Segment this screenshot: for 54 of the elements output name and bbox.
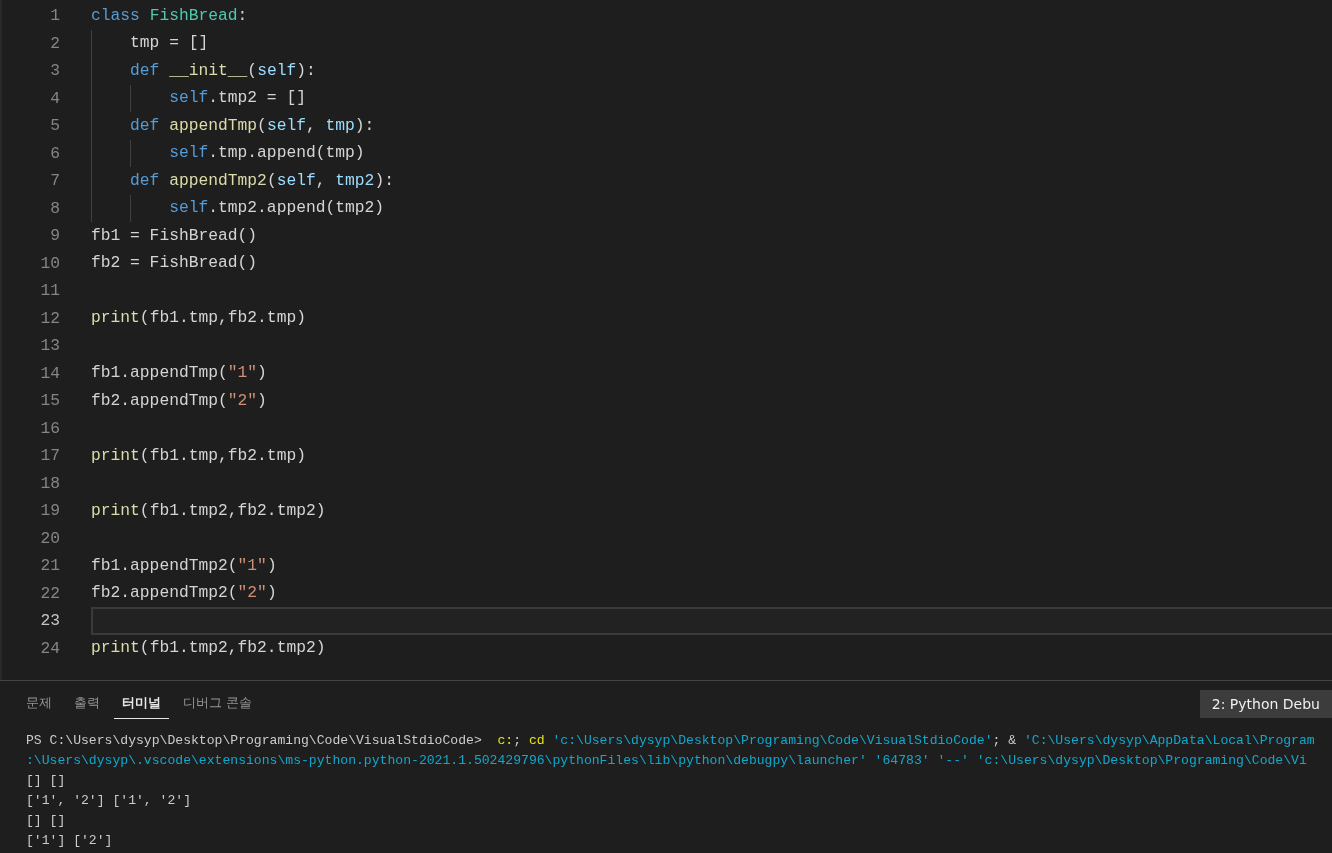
terminal-line: ['1'] ['2'] xyxy=(26,832,114,850)
line-number: 10 xyxy=(39,253,60,273)
line-number: 19 xyxy=(39,501,60,521)
panel-tab[interactable]: 출력 xyxy=(66,689,108,719)
line-number: 2 xyxy=(49,33,60,53)
code-line: fb1 = FishBread() xyxy=(91,225,258,246)
code-line: fb2 = FishBread() xyxy=(91,253,258,274)
line-number: 3 xyxy=(49,61,60,81)
line-number: 11 xyxy=(39,281,60,301)
code-line: fb1.appendTmp("1") xyxy=(91,363,267,384)
code-line: fb1.appendTmp2("1") xyxy=(91,555,277,576)
line-number: 5 xyxy=(49,116,60,136)
line-number: 1 xyxy=(49,6,60,26)
code-line: self.tmp2.append(tmp2) xyxy=(168,198,385,219)
terminal-dropdown[interactable]: 2: Python Debu xyxy=(1199,690,1332,718)
line-number: 23 xyxy=(39,611,60,631)
code-line: self.tmp2 = [] xyxy=(168,88,306,109)
code-line: def appendTmp2(self, tmp2): xyxy=(129,170,394,191)
line-number: 13 xyxy=(39,336,60,356)
line-number: 18 xyxy=(39,473,60,493)
code-line: fb2.appendTmp("2") xyxy=(91,390,267,411)
code-line: print(fb1.tmp2,fb2.tmp2) xyxy=(91,500,326,521)
code-line: self.tmp.append(tmp) xyxy=(168,143,365,164)
line-number: 4 xyxy=(49,88,60,108)
panel-tab[interactable]: 문제 xyxy=(18,689,60,719)
line-number: 17 xyxy=(39,446,60,466)
terminal-line: PS C:\Users\dysyp\Desktop\Programing\Code\VisualStdioCode> c:; cd 'c:\Users\dysyp\Desktop\Programing\Code\VisualStdioCode'; & 'C:\Users\dysyp\AppData\Local\Program xyxy=(26,732,1316,750)
code-line: print(fb1.tmp,fb2.tmp) xyxy=(91,445,306,466)
panel-tab[interactable]: 터미널 xyxy=(114,689,169,719)
line-number: 7 xyxy=(49,171,60,191)
code-line: def appendTmp(self, tmp): xyxy=(129,115,375,136)
line-number: 8 xyxy=(49,198,60,218)
terminal-line: [] [] xyxy=(26,812,67,830)
line-number: 15 xyxy=(39,391,60,411)
code-line: class FishBread: xyxy=(91,5,248,26)
line-number: 6 xyxy=(49,143,60,163)
code-line: def __init__(self): xyxy=(129,60,316,81)
terminal-line: ['1', '2'] ['1', '2'] xyxy=(26,792,192,810)
line-number: 20 xyxy=(39,528,60,548)
code-line: fb2.appendTmp2("2") xyxy=(91,583,277,604)
code-line: print(fb1.tmp,fb2.tmp) xyxy=(91,308,306,329)
line-number: 16 xyxy=(39,418,60,438)
code-line: print(fb1.tmp2,fb2.tmp2) xyxy=(91,638,326,659)
line-number: 22 xyxy=(39,583,60,603)
line-number: 24 xyxy=(39,638,60,658)
panel-tab[interactable]: 디버그 콘솔 xyxy=(175,689,261,719)
code-editor[interactable] xyxy=(0,0,1332,680)
terminal-line: [] [] xyxy=(26,772,67,790)
line-number: 14 xyxy=(39,363,60,383)
line-number: 9 xyxy=(49,226,60,246)
code-line: tmp = [] xyxy=(129,33,209,54)
line-number: 21 xyxy=(39,556,60,576)
line-number: 12 xyxy=(39,308,60,328)
terminal-line: :\Users\dysyp\.vscode\extensions\ms-python.python-2021.1.502429796\pythonFiles\lib\python\debugpy\launcher' '64783' '--' 'c:\Users\dysyp\Desktop\Programing\Code\Vi xyxy=(26,752,1308,770)
